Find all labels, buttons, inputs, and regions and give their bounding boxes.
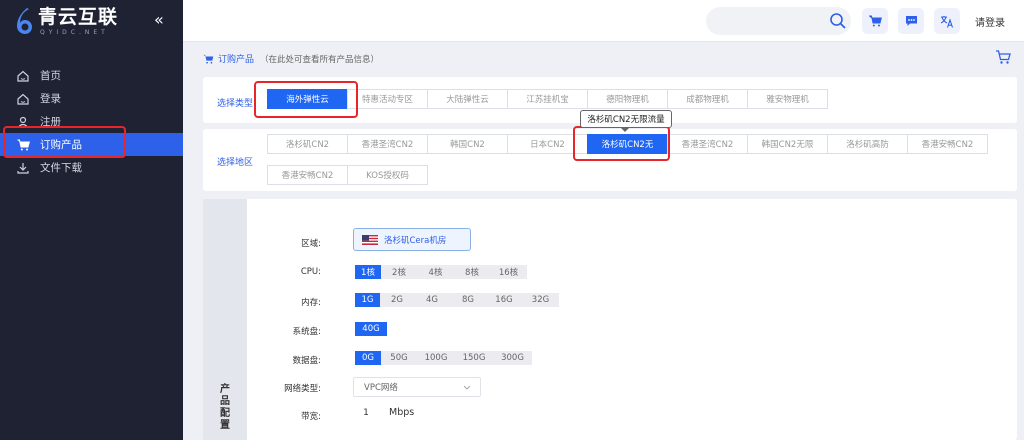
data-disk-selector: 0G 50G 100G 150G 300G (355, 351, 532, 365)
region-value: 洛杉矶Cera机房 (384, 235, 447, 246)
page-title: 订购产品 (218, 55, 255, 65)
type-option[interactable]: 成都物理机 (667, 89, 748, 109)
memory-option[interactable]: 32G (522, 293, 559, 307)
sidebar-item-label: 注册 (40, 116, 61, 128)
login-link[interactable]: 请登录 (975, 14, 1005, 29)
region-option[interactable]: KOS授权码 (347, 165, 428, 185)
type-option[interactable]: 特惠活动专区 (347, 89, 428, 109)
network-type-select[interactable]: VPC网络 (353, 377, 481, 397)
memory-option[interactable]: 4G (414, 293, 450, 307)
data-disk-option[interactable]: 300G (493, 351, 532, 365)
chat-icon (905, 16, 917, 26)
sidebar-item-register[interactable]: 注册 (0, 110, 183, 133)
memory-selector: 1G 2G 4G 8G 16G 32G (355, 293, 559, 307)
region-option[interactable]: 香港安畅CN2 (907, 134, 988, 154)
config-side-panel: 产品配置 (203, 199, 247, 440)
main-content: 订购产品 （在此处可查看所有产品信息） 选择类型 海外弹性云 特惠活动专区 大陆… (183, 42, 1024, 440)
type-option[interactable]: 江苏挂机宝 (507, 89, 588, 109)
region-field-label: 区域: (301, 239, 321, 249)
region-option[interactable]: 韩国CN2无限 (747, 134, 828, 154)
region-option[interactable]: 香港安畅CN2 (267, 165, 348, 185)
login-icon (16, 92, 30, 106)
region-section: 选择地区 洛杉矶CN2 香港圣湾CN2 韩国CN2 日本CN2 洛杉矶CN2无 … (203, 129, 1017, 191)
sidebar-nav: 首页 登录 注册 订购产品 文件下载 (0, 64, 183, 179)
type-option[interactable]: 雅安物理机 (747, 89, 828, 109)
region-option[interactable]: 香港圣湾CN2 (347, 134, 428, 154)
network-type-label: 网络类型: (284, 384, 321, 394)
sidebar-item-label: 登录 (40, 93, 61, 105)
translate-button[interactable] (934, 8, 960, 34)
sidebar-item-label: 订购产品 (40, 139, 82, 151)
brand-sub: QYIDC.NET (40, 29, 109, 36)
cart-icon (16, 138, 30, 152)
region-option[interactable]: 日本CN2 (507, 134, 588, 154)
config-side-title: 产品配置 (220, 384, 230, 431)
region-option[interactable]: 香港圣湾CN2 (667, 134, 748, 154)
cart-icon (868, 15, 882, 27)
system-disk-selector: 40G (355, 322, 387, 336)
region-label: 选择地区 (217, 158, 254, 168)
memory-option[interactable]: 8G (450, 293, 486, 307)
sidebar-item-login[interactable]: 登录 (0, 87, 183, 110)
bandwidth-label: 带宽: (301, 412, 321, 422)
region-option[interactable]: 洛杉矶CN2无 (587, 134, 668, 154)
cpu-option[interactable]: 4核 (417, 265, 454, 279)
memory-option[interactable]: 16G (486, 293, 522, 307)
search-icon[interactable] (829, 12, 847, 30)
cpu-option[interactable]: 16核 (490, 265, 527, 279)
data-disk-label: 数据盘: (292, 356, 321, 366)
translate-icon (940, 15, 954, 28)
cart-icon (203, 54, 214, 64)
memory-label: 内存: (301, 298, 321, 308)
logo[interactable]: 青云互联 QYIDC.NET (14, 6, 118, 42)
us-flag-icon (362, 234, 378, 245)
collapse-sidebar-icon[interactable]: « (154, 10, 164, 30)
data-disk-option[interactable]: 150G (455, 351, 493, 365)
system-disk-label: 系统盘: (292, 327, 321, 337)
download-icon (16, 161, 30, 175)
memory-option[interactable]: 1G (355, 293, 380, 307)
sidebar-item-order[interactable]: 订购产品 (0, 133, 183, 156)
chevron-down-icon (463, 385, 471, 390)
cart-button[interactable] (862, 8, 888, 34)
search-input[interactable] (706, 7, 851, 35)
sidebar-item-label: 文件下载 (40, 162, 82, 174)
cart-icon[interactable] (995, 49, 1011, 65)
logo-mark-icon (17, 8, 32, 34)
system-disk-option[interactable]: 40G (355, 322, 387, 336)
sidebar-item-download[interactable]: 文件下载 (0, 156, 183, 179)
region-select-button[interactable]: 洛杉矶Cera机房 (353, 228, 471, 251)
user-icon (16, 115, 30, 129)
home-icon (16, 69, 30, 83)
sidebar: 青云互联 QYIDC.NET « 首页 登录 注册 订购产品 文件下载 (0, 0, 183, 440)
cpu-option[interactable]: 2核 (381, 265, 417, 279)
data-disk-option[interactable]: 100G (417, 351, 455, 365)
region-option[interactable]: 洛杉矶CN2 (267, 134, 348, 154)
data-disk-option[interactable]: 50G (381, 351, 417, 365)
cpu-option[interactable]: 1核 (355, 265, 381, 279)
network-type-value: VPC网络 (364, 383, 398, 393)
product-config-section: 产品配置 区域: 洛杉矶Cera机房 CPU: 1核 2核 4核 8核 16核 … (203, 199, 1017, 440)
breadcrumb: 订购产品 （在此处可查看所有产品信息） (203, 52, 379, 65)
type-option[interactable]: 德阳物理机 (587, 89, 668, 109)
page-note: （在此处可查看所有产品信息） (260, 54, 380, 65)
type-option[interactable]: 大陆弹性云 (427, 89, 508, 109)
memory-option[interactable]: 2G (380, 293, 414, 307)
cpu-selector: 1核 2核 4核 8核 16核 (355, 265, 527, 279)
chat-button[interactable] (898, 8, 924, 34)
cpu-label: CPU: (300, 267, 321, 277)
data-disk-option[interactable]: 0G (355, 351, 381, 365)
bandwidth-unit: Mbps (389, 407, 415, 418)
region-tooltip: 洛杉矶CN2无限流量 (580, 110, 672, 132)
region-option[interactable]: 韩国CN2 (427, 134, 508, 154)
bandwidth-input[interactable]: 1 (353, 405, 379, 421)
sidebar-item-home[interactable]: 首页 (0, 64, 183, 87)
topbar: 请登录 (183, 0, 1024, 42)
type-label: 选择类型 (217, 99, 254, 109)
sidebar-item-label: 首页 (40, 70, 61, 82)
cpu-option[interactable]: 8核 (454, 265, 490, 279)
region-option[interactable]: 洛杉矶高防 (827, 134, 908, 154)
type-option[interactable]: 海外弹性云 (267, 89, 348, 109)
brand-name: 青云互联 (38, 6, 119, 28)
